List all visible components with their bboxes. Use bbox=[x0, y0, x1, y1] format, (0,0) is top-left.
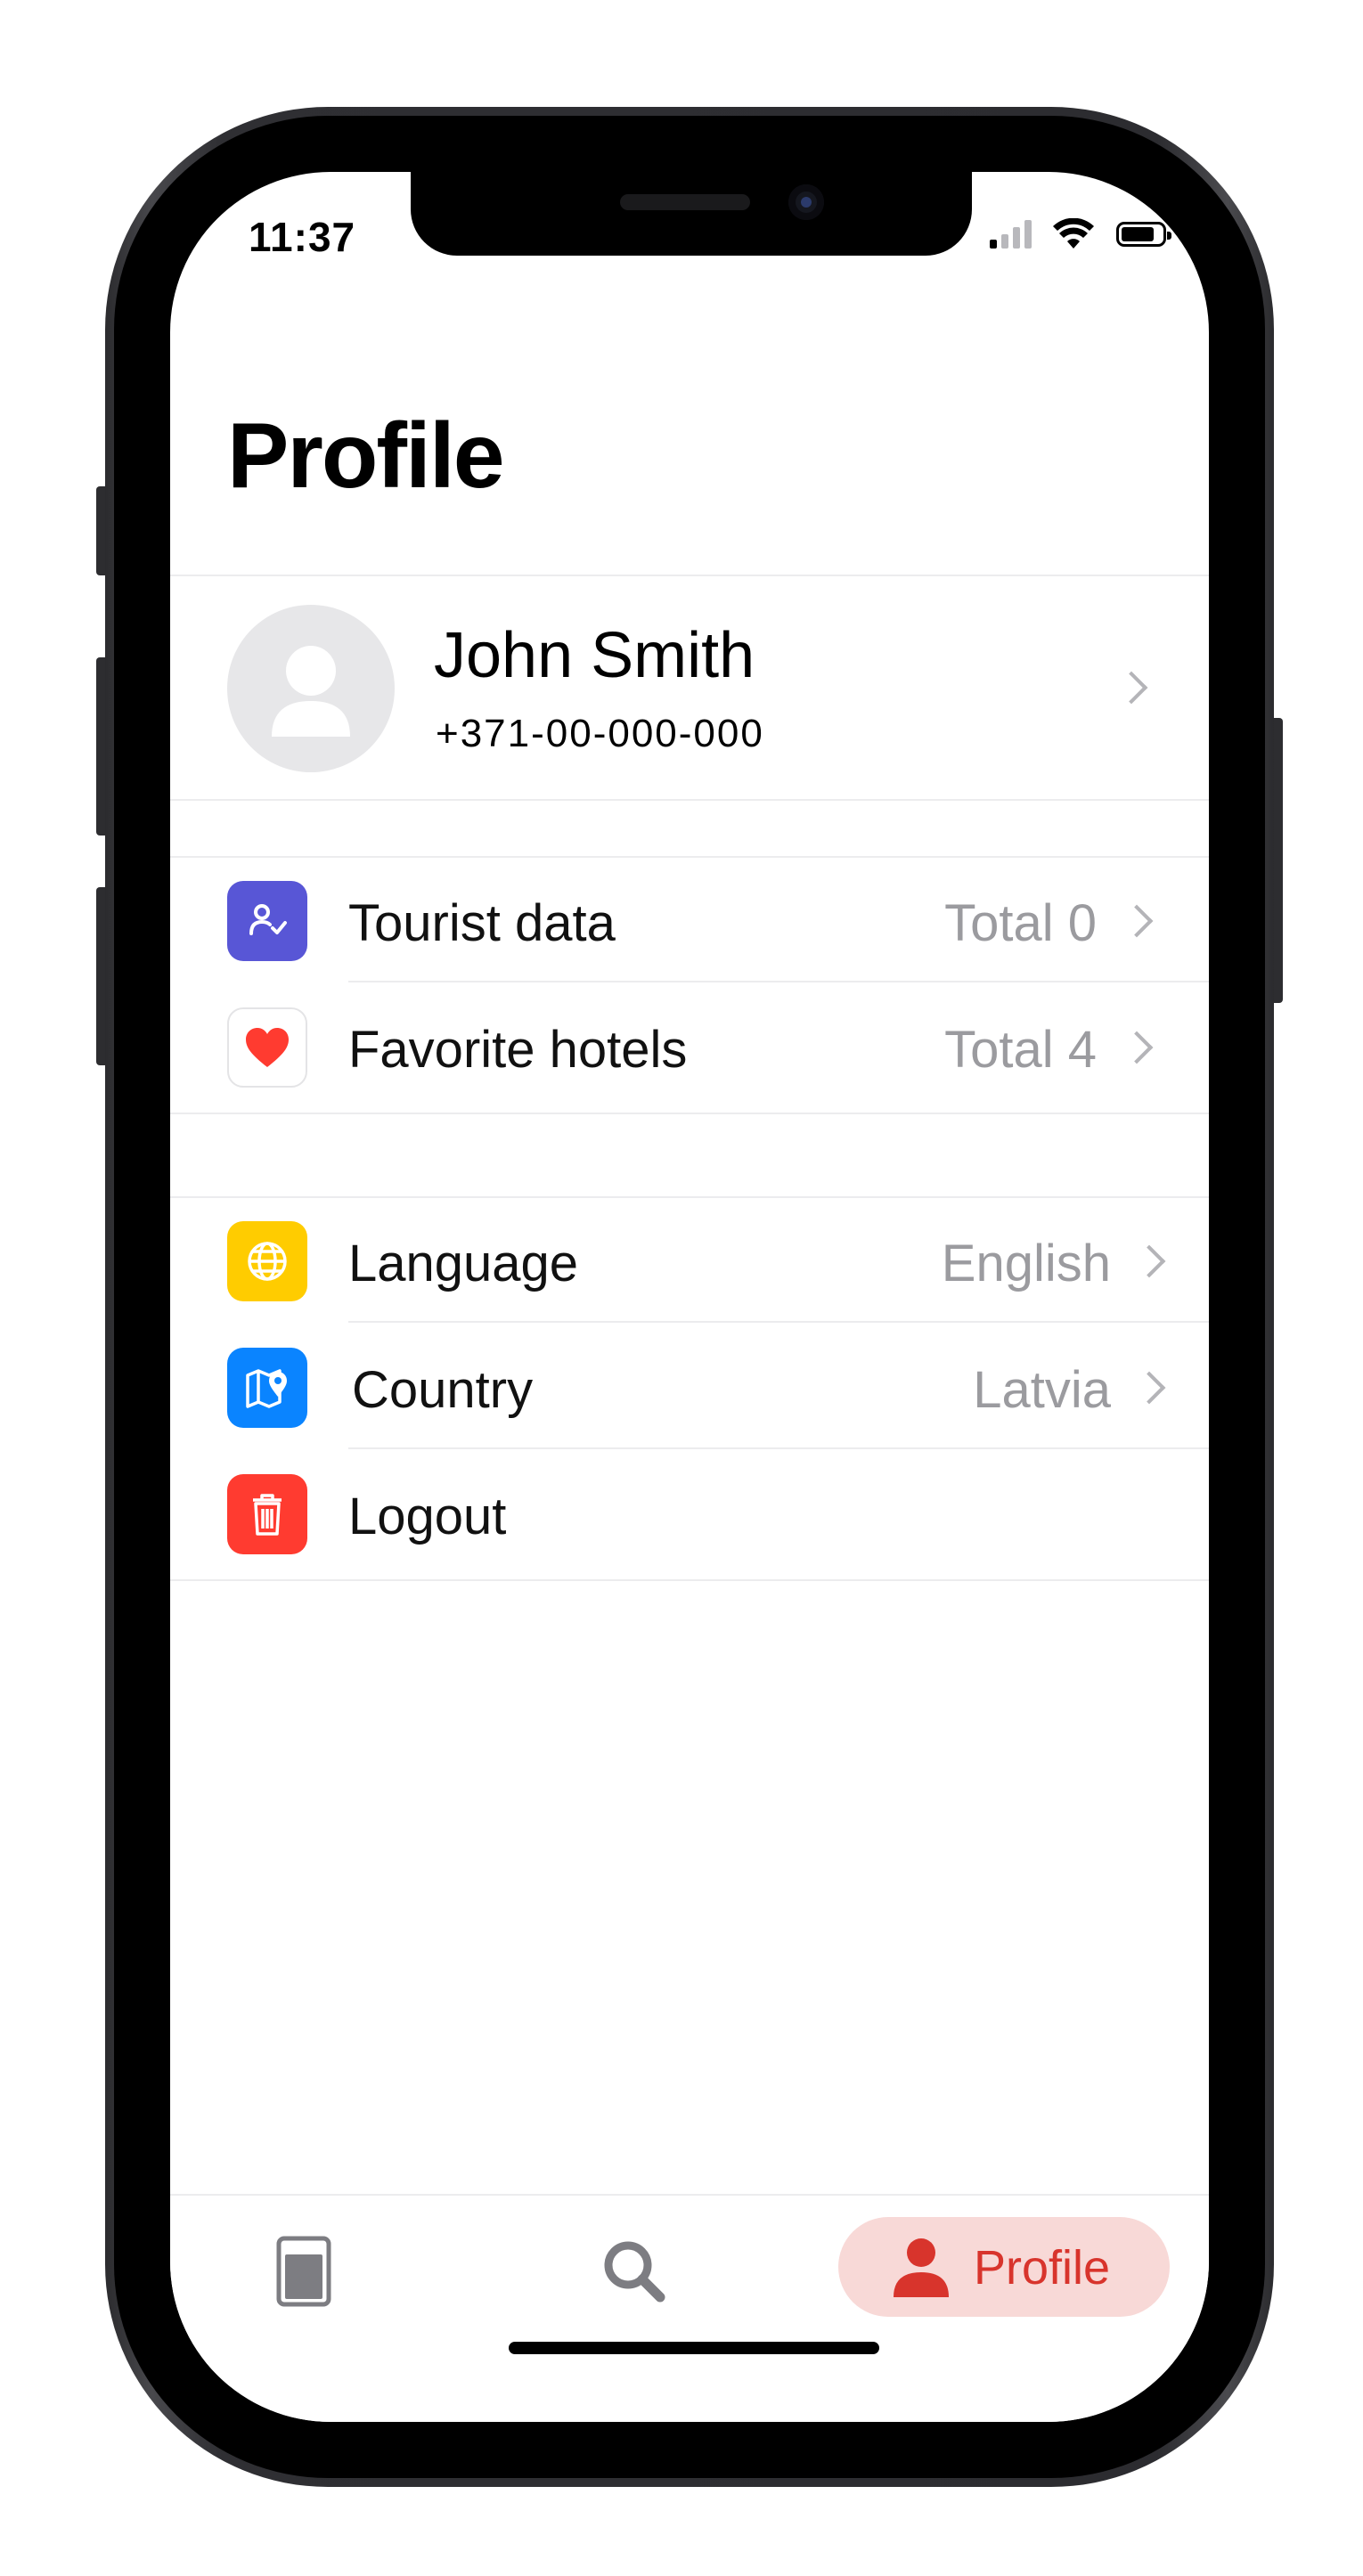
map-pin-icon bbox=[227, 1348, 307, 1428]
wifi-icon bbox=[1053, 218, 1094, 249]
tab-bar: Profile bbox=[170, 2194, 1209, 2422]
home-indicator bbox=[509, 2342, 879, 2354]
front-camera bbox=[788, 184, 824, 220]
avatar bbox=[227, 605, 395, 772]
speaker bbox=[620, 194, 750, 210]
language-row[interactable]: Language English bbox=[170, 1198, 1209, 1323]
data-section: Tourist data Total 0 Favorite hotels Tot… bbox=[170, 856, 1209, 1114]
tab-profile[interactable]: Profile bbox=[838, 2217, 1170, 2317]
row-label: Tourist data bbox=[348, 894, 616, 952]
trash-icon bbox=[227, 1474, 307, 1554]
phone-bezel: 11:37 Profile John Smith +371-00-000-000… bbox=[114, 116, 1265, 2478]
chevron-right-icon bbox=[1120, 1031, 1154, 1064]
row-label: Country bbox=[352, 1361, 534, 1419]
row-value: Total 0 bbox=[944, 894, 1097, 952]
row-value: English bbox=[941, 1235, 1111, 1292]
status-time: 11:37 bbox=[249, 214, 356, 260]
row-value: Total 4 bbox=[944, 1021, 1097, 1079]
row-label: Favorite hotels bbox=[348, 1021, 688, 1079]
phone-frame: 11:37 Profile John Smith +371-00-000-000… bbox=[105, 107, 1274, 2487]
settings-section: Language English Country Latvia Logout bbox=[170, 1196, 1209, 1581]
tab-profile-label: Profile bbox=[974, 2241, 1111, 2295]
tourist-data-icon bbox=[227, 881, 307, 961]
screen: 11:37 Profile John Smith +371-00-000-000… bbox=[170, 172, 1209, 2422]
bookings-icon bbox=[276, 2236, 331, 2307]
search-icon bbox=[604, 2241, 665, 2303]
favorite-hotels-row[interactable]: Favorite hotels Total 4 bbox=[170, 984, 1209, 1109]
chevron-right-icon bbox=[1120, 904, 1154, 938]
chevron-right-icon bbox=[1132, 1371, 1166, 1405]
avatar-placeholder-icon bbox=[272, 646, 350, 737]
page-title: Profile bbox=[227, 404, 505, 508]
profile-card[interactable]: John Smith +371-00-000-000 bbox=[170, 575, 1209, 801]
tab-search[interactable] bbox=[589, 2228, 678, 2317]
heart-icon bbox=[227, 1007, 307, 1088]
chevron-right-icon bbox=[1114, 671, 1148, 705]
person-icon bbox=[894, 2238, 949, 2297]
row-value: Latvia bbox=[973, 1361, 1111, 1419]
row-label: Logout bbox=[348, 1488, 507, 1545]
country-row[interactable]: Country Latvia bbox=[170, 1325, 1209, 1449]
globe-icon bbox=[227, 1221, 307, 1301]
user-phone: +371-00-000-000 bbox=[436, 712, 764, 755]
logout-row[interactable]: Logout bbox=[170, 1451, 1209, 1576]
battery-icon bbox=[1116, 222, 1171, 247]
user-name: John Smith bbox=[434, 620, 755, 691]
tourist-data-row[interactable]: Tourist data Total 0 bbox=[170, 858, 1209, 982]
chevron-right-icon bbox=[1132, 1244, 1166, 1278]
notch bbox=[411, 172, 972, 256]
tab-bookings[interactable] bbox=[259, 2228, 348, 2317]
row-label: Language bbox=[348, 1235, 579, 1292]
